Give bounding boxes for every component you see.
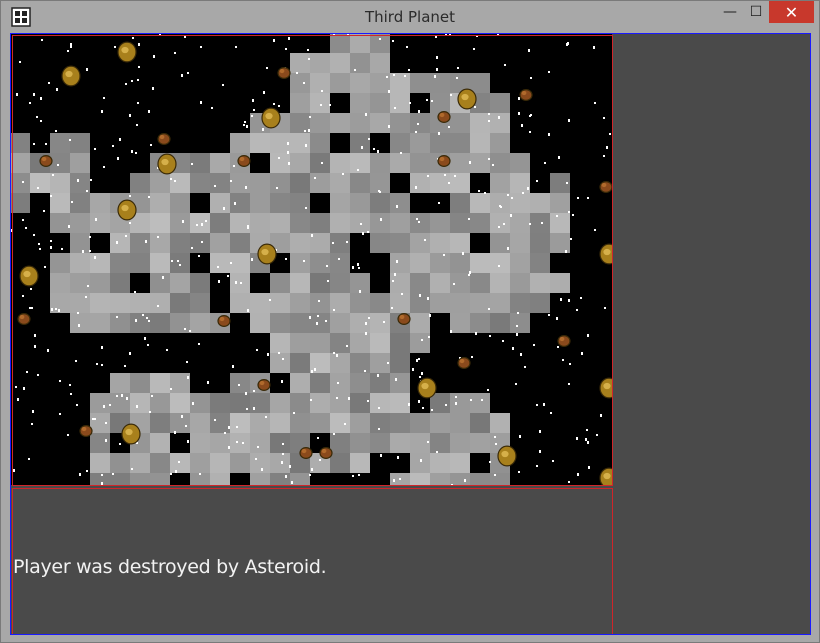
game-window: Third Planet — ☐ ✕ Player was destroyed …	[0, 0, 820, 643]
asteroid	[457, 88, 477, 110]
asteroid	[61, 65, 81, 87]
asteroid	[599, 377, 612, 399]
asteroid	[519, 88, 533, 101]
minimize-button[interactable]: —	[717, 1, 743, 23]
close-button[interactable]: ✕	[769, 1, 814, 23]
close-icon: ✕	[784, 2, 799, 22]
asteroid	[39, 154, 53, 167]
asteroid	[261, 107, 281, 129]
window-title: Third Planet	[364, 8, 456, 26]
asteroid	[257, 243, 277, 265]
asteroid	[437, 110, 451, 123]
game-client-area[interactable]: Player was destroyed by Asteroid.	[10, 33, 811, 635]
asteroid	[497, 445, 517, 467]
asteroid	[157, 153, 177, 175]
minimize-icon: —	[723, 4, 737, 20]
game-playfield[interactable]	[10, 33, 612, 485]
asteroid	[417, 377, 437, 399]
asteroid	[557, 335, 571, 348]
asteroid	[397, 313, 411, 326]
maximize-button[interactable]: ☐	[743, 1, 769, 23]
asteroid	[117, 199, 137, 221]
asteroid	[457, 357, 471, 370]
asteroid	[599, 243, 612, 265]
asteroid	[217, 315, 231, 328]
asteroid	[257, 379, 271, 392]
asteroid	[319, 447, 333, 460]
asteroid	[19, 265, 39, 287]
asteroid	[299, 447, 313, 460]
game-message: Player was destroyed by Asteroid.	[13, 556, 327, 578]
asteroid	[79, 425, 93, 438]
title-bar[interactable]: Third Planet — ☐ ✕	[1, 1, 819, 33]
asteroid	[599, 181, 612, 193]
asteroid	[121, 423, 141, 445]
asteroid	[157, 132, 171, 145]
asteroid	[437, 154, 451, 167]
asteroid	[117, 41, 137, 63]
asteroid	[17, 313, 31, 326]
maximize-icon: ☐	[749, 4, 763, 20]
asteroid	[277, 66, 291, 79]
asteroid	[237, 154, 251, 167]
